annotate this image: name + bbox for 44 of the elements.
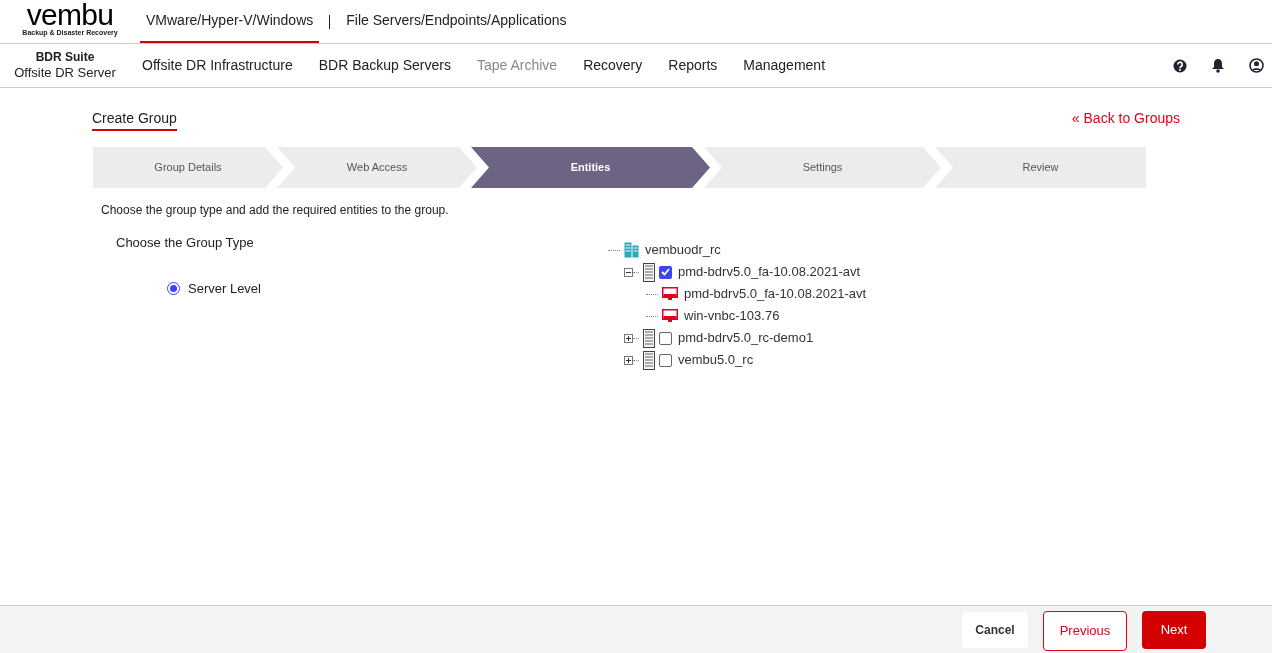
instruction-text: Choose the group type and add the required entities to the group. — [101, 202, 450, 219]
checkbox[interactable] — [659, 265, 672, 279]
user-account-icon[interactable] — [1249, 58, 1264, 73]
wizard-step[interactable]: Entities — [471, 147, 710, 188]
top-tab[interactable]: File Servers/Endpoints/Applications — [340, 0, 573, 43]
top-tab[interactable]: VMware/Hyper-V/Windows — [140, 0, 320, 43]
expander-toggle[interactable] — [624, 355, 633, 365]
server-icon — [643, 262, 655, 282]
product-name: Offsite DR Server — [14, 65, 116, 81]
server-cluster-icon — [624, 242, 639, 258]
next-button[interactable]: Next — [1142, 610, 1206, 649]
suite-label: BDR Suite — [35, 50, 95, 65]
monitor-icon — [662, 309, 678, 323]
expander-toggle[interactable] — [624, 333, 633, 343]
nav-item[interactable]: Reports — [668, 55, 718, 76]
back-to-groups-link[interactable]: « Back to Groups — [1071, 108, 1180, 129]
cancel-button[interactable]: Cancel — [962, 611, 1028, 648]
monitor-icon — [662, 287, 678, 301]
checkbox[interactable] — [659, 331, 672, 345]
tree-node-label[interactable]: pmd-bdrv5.0_rc-demo1 — [678, 328, 814, 348]
wizard-step[interactable]: Group Details — [93, 147, 283, 188]
nav-item[interactable]: BDR Backup Servers — [318, 55, 451, 76]
nav-item[interactable]: Management — [743, 55, 826, 76]
help-icon[interactable] — [1173, 58, 1187, 73]
tree-node-label[interactable]: win-vnbc-103.76 — [684, 306, 780, 326]
wizard-step[interactable]: Settings — [704, 147, 941, 188]
logo-wordmark: vembu — [26, 1, 114, 29]
tree-node-label[interactable]: pmd-bdrv5.0_fa-10.08.2021-avt — [684, 284, 867, 304]
tree-node-label[interactable]: vembu5.0_rc — [678, 350, 754, 370]
previous-button[interactable]: Previous — [1043, 610, 1127, 651]
nav-item[interactable]: Recovery — [583, 55, 643, 76]
radio-label: Server Level — [188, 279, 261, 298]
nav-item[interactable]: Offsite DR Infrastructure — [142, 55, 293, 76]
wizard-step[interactable]: Web Access — [277, 147, 477, 188]
expander-toggle[interactable] — [624, 267, 633, 277]
group-type-heading: Choose the Group Type — [116, 234, 255, 252]
tree-node-label[interactable]: pmd-bdrv5.0_fa-10.08.2021-avt — [678, 262, 861, 282]
wizard-step[interactable]: Review — [935, 147, 1146, 188]
checkbox[interactable] — [659, 353, 672, 367]
tree-node-label[interactable]: vembuodr_rc — [645, 240, 721, 260]
server-icon — [643, 350, 655, 370]
page-title: Create Group — [92, 110, 177, 131]
server-icon — [643, 328, 655, 348]
notification-bell-icon[interactable] — [1211, 58, 1225, 73]
